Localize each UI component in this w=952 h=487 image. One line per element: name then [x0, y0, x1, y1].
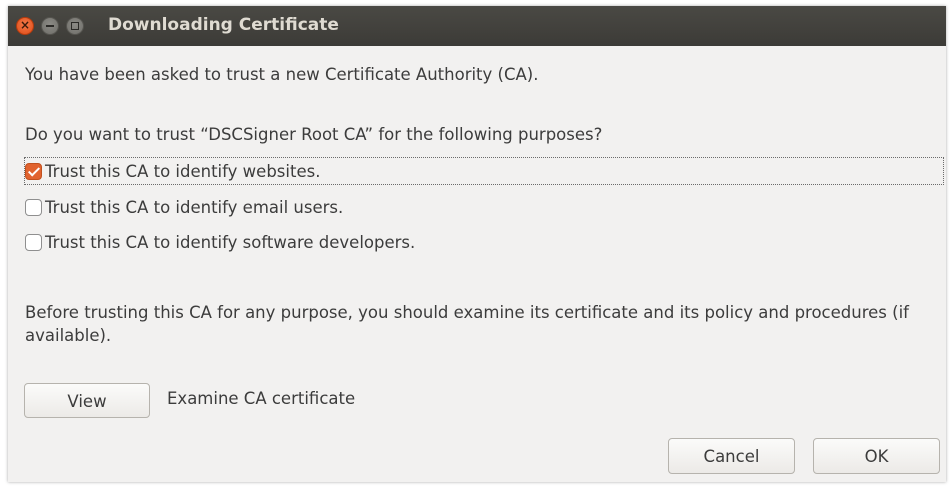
- maximize-icon[interactable]: [66, 17, 84, 35]
- window-title: Downloading Certificate: [108, 15, 339, 35]
- trust-question: Do you want to trust “DSCSigner Root CA”…: [25, 125, 603, 144]
- trust-websites-option[interactable]: Trust this CA to identify websites.: [24, 157, 944, 185]
- dialog-window: × Downloading Certificate You have been …: [8, 6, 946, 482]
- intro-text: You have been asked to trust a new Certi…: [25, 65, 539, 84]
- checkbox-checked-icon[interactable]: [25, 162, 42, 180]
- close-icon[interactable]: ×: [16, 17, 34, 35]
- minimize-icon[interactable]: [41, 17, 59, 35]
- advice-text: Before trusting this CA for any purpose,…: [25, 303, 909, 345]
- ok-button[interactable]: OK: [813, 438, 940, 474]
- checkbox-email-label[interactable]: Trust this CA to identify email users.: [45, 198, 343, 217]
- dialog-content: You have been asked to trust a new Certi…: [8, 46, 946, 482]
- title-bar[interactable]: × Downloading Certificate: [8, 6, 946, 46]
- checkbox-software[interactable]: [25, 233, 42, 251]
- view-description: Examine CA certificate: [167, 389, 356, 408]
- trust-software-option[interactable]: Trust this CA to identify software devel…: [25, 229, 415, 255]
- checkbox-email[interactable]: [25, 198, 42, 216]
- cancel-button[interactable]: Cancel: [668, 438, 795, 474]
- view-button[interactable]: View: [24, 383, 150, 418]
- checkbox-websites-label[interactable]: Trust this CA to identify websites.: [45, 162, 320, 181]
- trust-email-option[interactable]: Trust this CA to identify email users.: [25, 194, 343, 220]
- checkbox-software-label[interactable]: Trust this CA to identify software devel…: [45, 233, 415, 252]
